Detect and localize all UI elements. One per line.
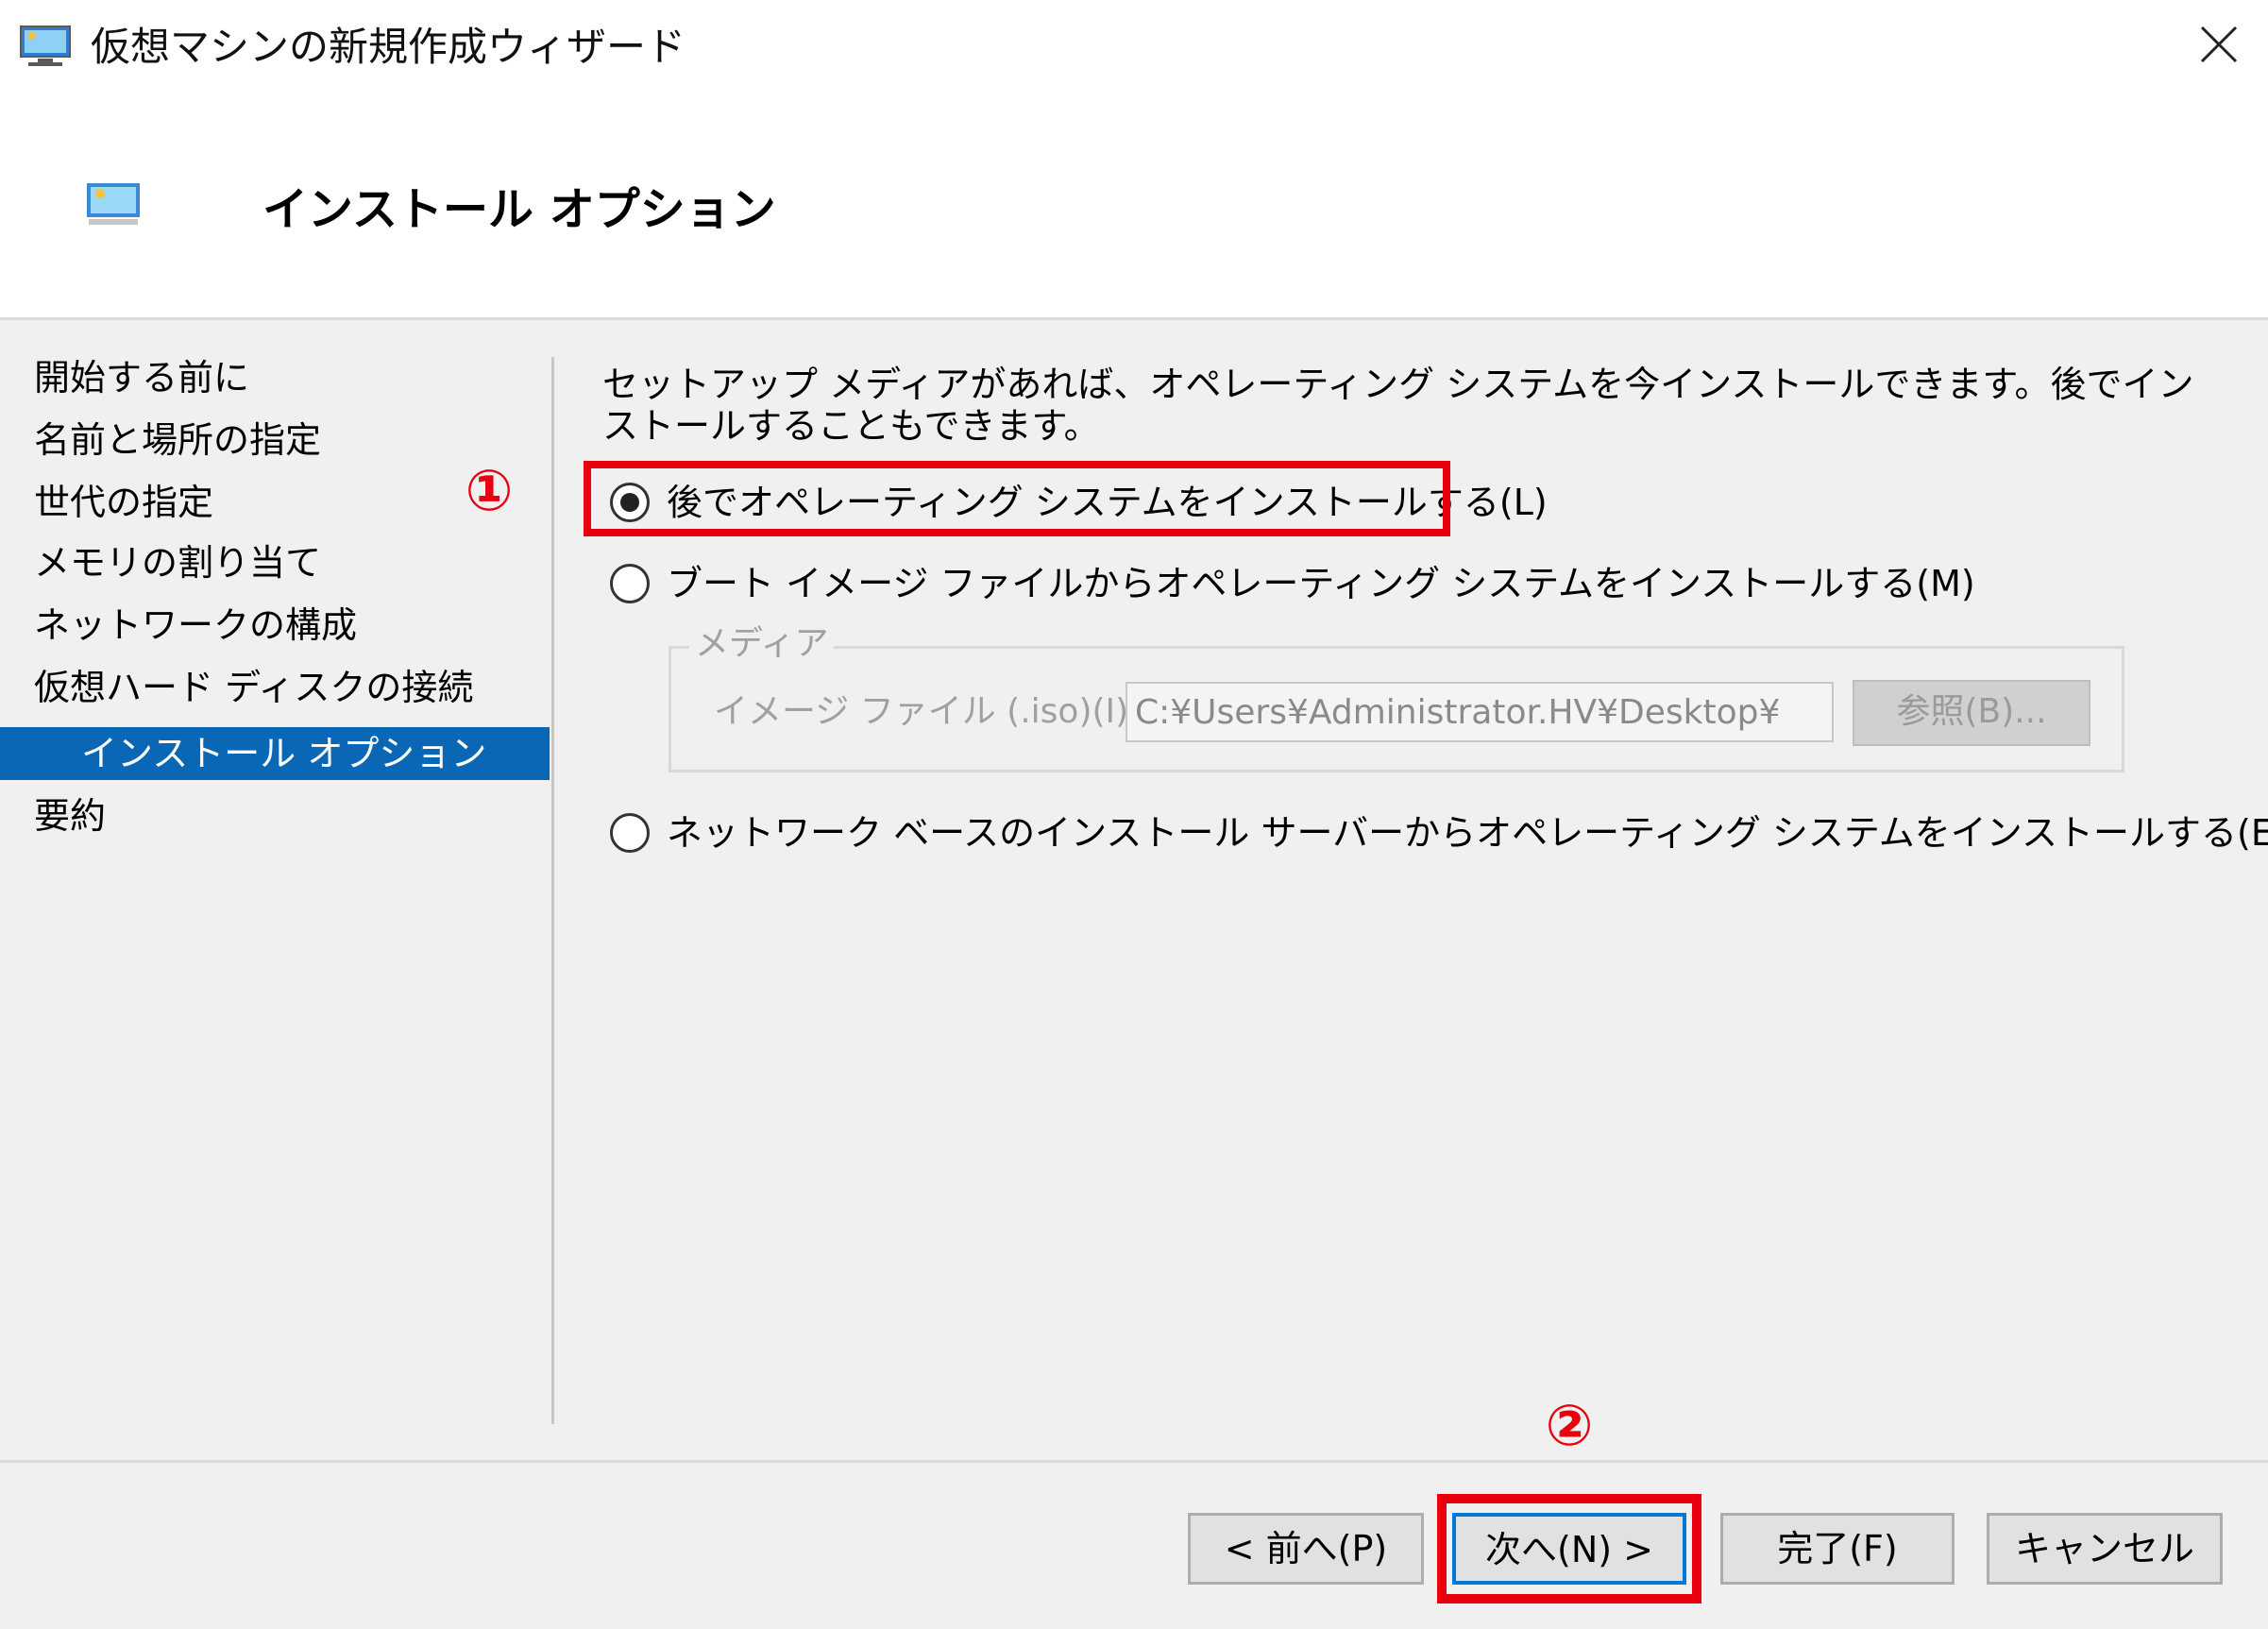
back-button[interactable]: < 前へ(P) bbox=[1188, 1513, 1424, 1585]
window-title: 仮想マシンの新規作成ウィザード bbox=[91, 24, 686, 70]
radio-install-from-network[interactable] bbox=[610, 813, 650, 853]
option-install-from-network[interactable]: ネットワーク ベースのインストール サーバーからオペレーティング システムをイン… bbox=[610, 805, 2268, 861]
option-install-later-label: 後でオペレーティング システムをインストールする(L) bbox=[667, 482, 1548, 523]
virtual-machine-icon bbox=[19, 25, 72, 68]
browse-button[interactable]: 参照(B)... bbox=[1853, 680, 2090, 746]
option-install-from-network-label: ネットワーク ベースのインストール サーバーからオペレーティング システムをイン… bbox=[667, 812, 2268, 854]
step-before-you-begin[interactable]: 開始する前に bbox=[0, 351, 550, 404]
close-x-icon bbox=[2198, 24, 2240, 69]
annotation-marker-1: ① bbox=[465, 458, 514, 524]
finish-button[interactable]: 完了(F) bbox=[1720, 1513, 1955, 1585]
step-summary[interactable]: 要約 bbox=[0, 789, 550, 842]
iso-file-label: イメージ ファイル (.iso)(I): bbox=[714, 692, 1141, 731]
footer-divider bbox=[0, 1460, 2268, 1463]
radio-install-from-image[interactable] bbox=[610, 564, 650, 603]
close-button[interactable] bbox=[2181, 13, 2257, 79]
title-bar: 仮想マシンの新規作成ウィザード bbox=[0, 0, 2268, 94]
step-install-options[interactable]: インストール オプション bbox=[0, 727, 550, 780]
annotation-marker-2: ② bbox=[1545, 1393, 1594, 1459]
intro-text: セットアップ メディアがあれば、オペレーティング システムを今インストールできま… bbox=[602, 364, 2194, 447]
media-group-legend: メディア bbox=[689, 621, 835, 667]
wizard-header: インストール オプション bbox=[0, 94, 2268, 320]
option-install-later[interactable]: 後でオペレーティング システムをインストールする(L) bbox=[610, 474, 1548, 531]
vertical-divider bbox=[551, 357, 554, 1424]
page-title: インストール オプション bbox=[262, 183, 776, 236]
step-memory[interactable]: メモリの割り当て bbox=[0, 536, 550, 589]
cancel-button[interactable]: キャンセル bbox=[1987, 1513, 2223, 1585]
iso-file-path-input[interactable] bbox=[1126, 682, 1834, 742]
step-virtual-disk[interactable]: 仮想ハード ディスクの接続 bbox=[0, 661, 550, 714]
step-network[interactable]: ネットワークの構成 bbox=[0, 599, 550, 652]
option-install-from-image[interactable]: ブート イメージ ファイルからオペレーティング システムをインストールする(M) bbox=[610, 555, 1975, 612]
next-button[interactable]: 次へ(N) > bbox=[1452, 1513, 1686, 1585]
virtual-machine-icon bbox=[85, 181, 142, 229]
option-install-from-image-label: ブート イメージ ファイルからオペレーティング システムをインストールする(M) bbox=[667, 563, 1975, 604]
radio-install-later[interactable] bbox=[610, 483, 650, 522]
